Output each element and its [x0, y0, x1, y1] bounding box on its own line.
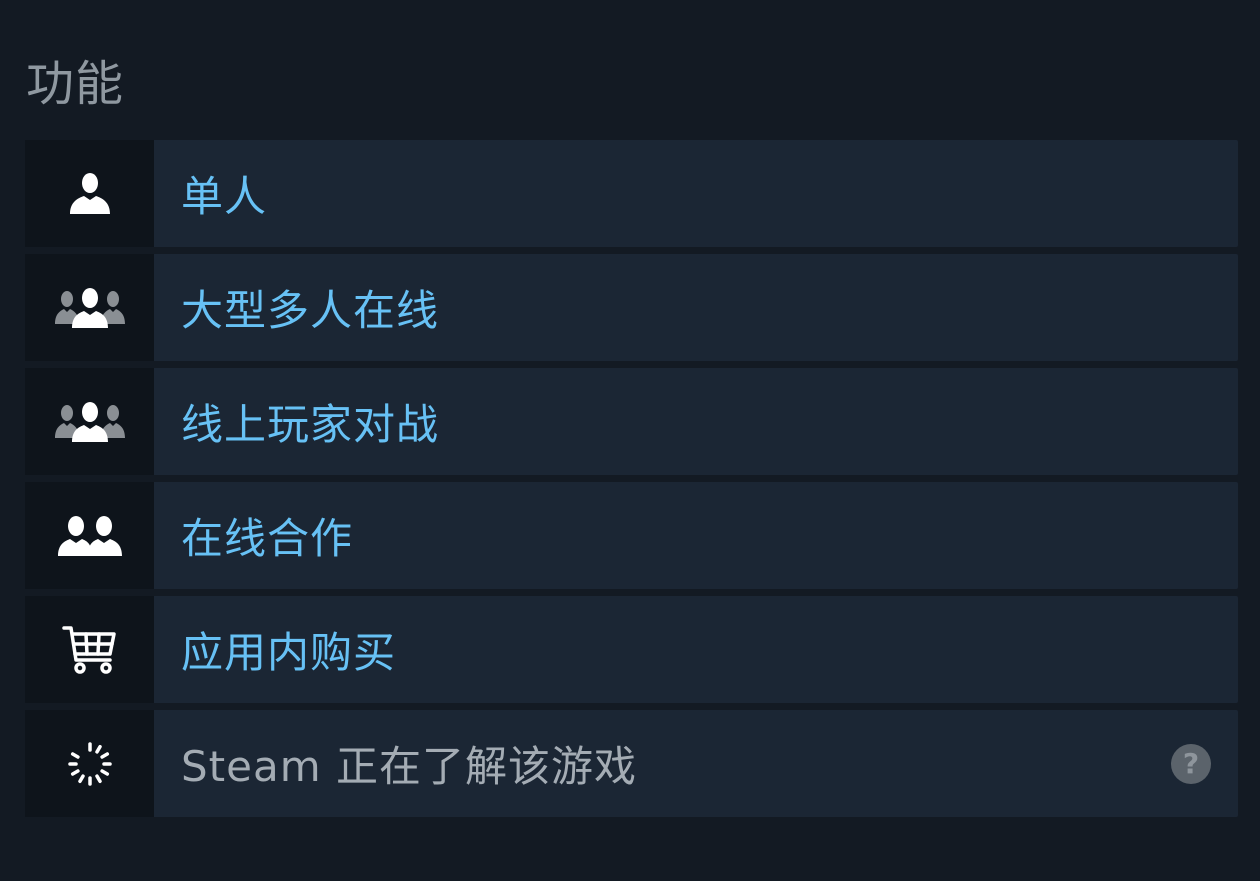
feature-icon-cell: [25, 710, 154, 817]
feature-label[interactable]: 单人: [181, 163, 267, 224]
mmo-people-icon: [54, 286, 125, 330]
help-icon-glyph: ?: [1182, 746, 1200, 780]
feature-icon-cell: [25, 368, 154, 475]
features-list: 单人 大型多人在线 线上玩家对战 在线合作 应用内购买 Steam 正在了解该游…: [25, 140, 1238, 824]
feature-label-cell: 大型多人在线: [154, 254, 1238, 361]
feature-label-cell: 应用内购买: [154, 596, 1238, 703]
feature-label: Steam 正在了解该游戏: [181, 742, 637, 791]
feature-icon-cell: [25, 596, 154, 703]
help-icon[interactable]: ?: [1171, 743, 1211, 784]
feature-label[interactable]: 线上玩家对战: [181, 391, 439, 452]
shopping-cart-icon: [61, 624, 118, 676]
feature-icon-cell: [25, 482, 154, 589]
feature-icon-cell: [25, 140, 154, 247]
feature-label-cell: Steam 正在了解该游戏 ?: [154, 710, 1238, 817]
feature-label-cell: 单人: [154, 140, 1238, 247]
loading-spinner-icon: [66, 740, 114, 788]
feature-row-online-coop[interactable]: 在线合作: [25, 482, 1238, 589]
feature-row-single-player[interactable]: 单人: [25, 140, 1238, 247]
feature-row-online-pvp[interactable]: 线上玩家对战: [25, 368, 1238, 475]
feature-label-cell: 在线合作: [154, 482, 1238, 589]
coop-people-icon: [57, 514, 122, 558]
feature-label[interactable]: 应用内购买: [181, 619, 396, 680]
feature-row-steam-learning[interactable]: Steam 正在了解该游戏 ?: [25, 710, 1238, 817]
features-section-title: 功能: [26, 56, 125, 112]
feature-label-cell: 线上玩家对战: [154, 368, 1238, 475]
single-person-icon: [66, 170, 114, 218]
pvp-people-icon: [54, 400, 125, 444]
feature-icon-cell: [25, 254, 154, 361]
feature-label[interactable]: 大型多人在线: [181, 277, 439, 338]
feature-label[interactable]: 在线合作: [181, 505, 353, 566]
feature-row-mmo[interactable]: 大型多人在线: [25, 254, 1238, 361]
feature-row-in-app-purchases[interactable]: 应用内购买: [25, 596, 1238, 703]
